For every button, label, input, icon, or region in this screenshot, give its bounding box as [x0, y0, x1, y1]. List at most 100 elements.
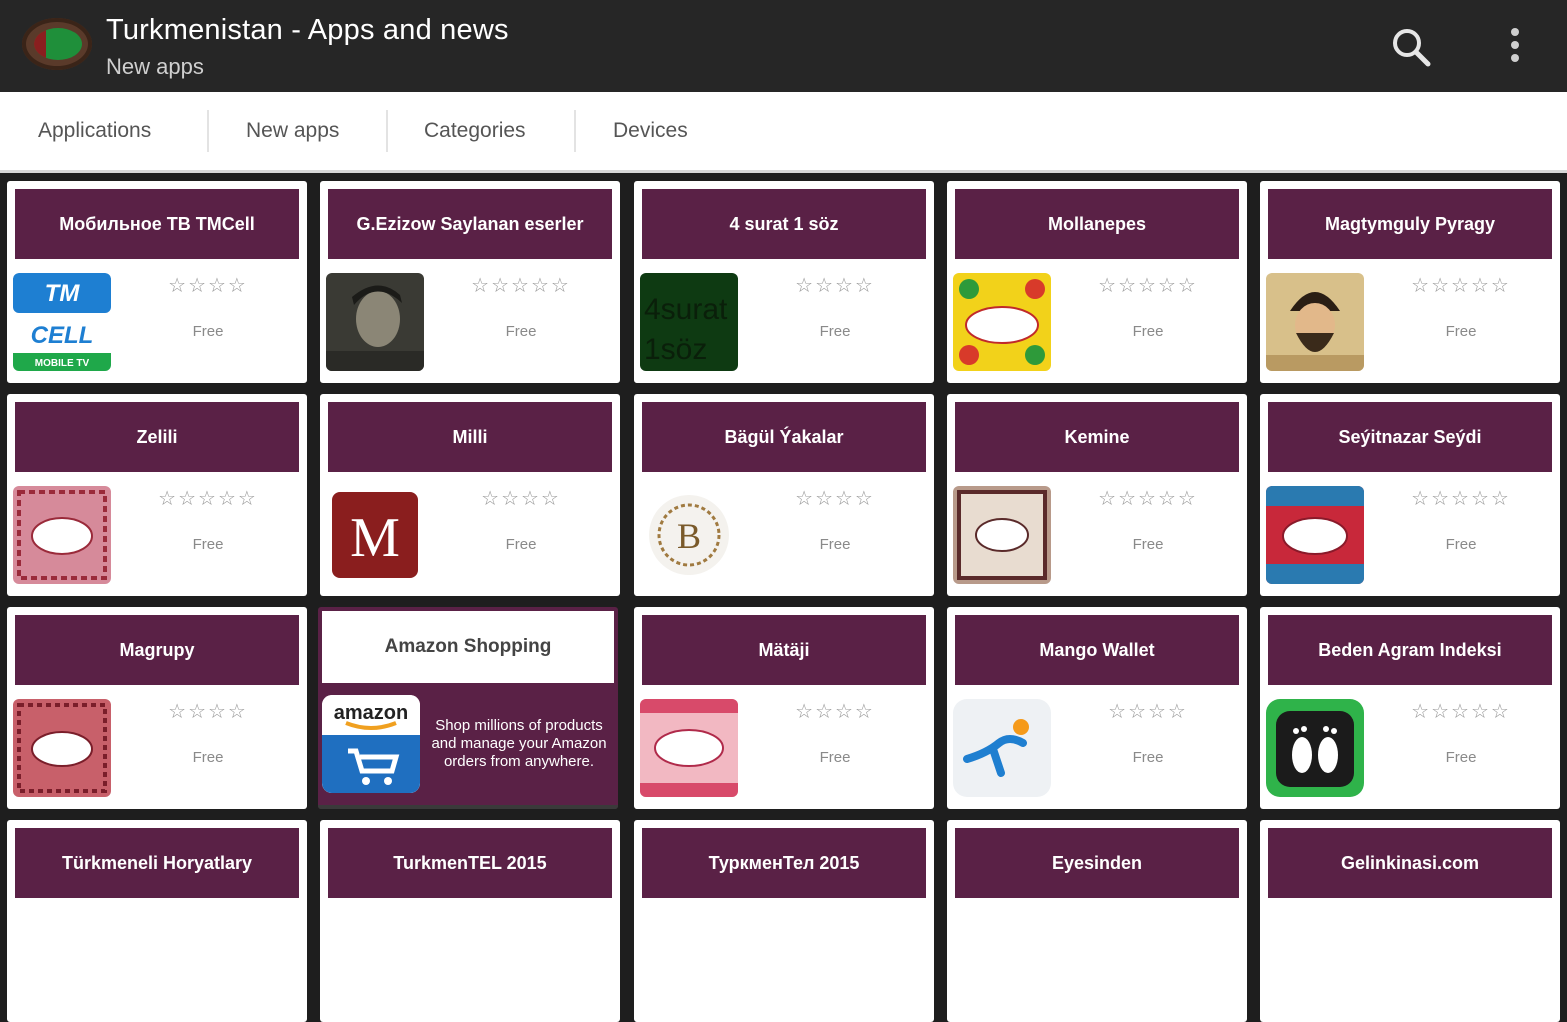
- app-title: Zelili: [15, 402, 299, 472]
- tab-new-apps[interactable]: New apps: [246, 92, 339, 170]
- app-title: Türkmeneli Horyatlary: [15, 828, 299, 898]
- price-label: Free: [192, 323, 224, 340]
- rating-stars: ☆☆☆☆: [795, 701, 875, 723]
- rating-stars: ☆☆☆☆☆: [1098, 275, 1198, 297]
- app-title: G.Ezizow Saylanan eserler: [328, 189, 612, 259]
- app-card[interactable]: TurkmenTEL 2015: [320, 820, 620, 1022]
- tab-divider: [574, 110, 576, 152]
- zelili-app-icon: [13, 486, 111, 584]
- rating-stars: ☆☆☆☆: [168, 275, 248, 297]
- app-card[interactable]: G.Ezizow Saylanan eserler ☆☆☆☆☆ Free: [320, 181, 620, 383]
- app-card[interactable]: 4 surat 1 söz 4surat 1söz ☆☆☆☆ Free: [634, 181, 934, 383]
- price-label: Free: [1132, 536, 1164, 553]
- amazon-app-icon: amazon: [322, 695, 420, 793]
- price-label: Free: [819, 536, 851, 553]
- mataji-app-icon: [640, 699, 738, 797]
- app-card[interactable]: Mollanepes ☆☆☆☆☆ Free: [947, 181, 1247, 383]
- rating-stars: ☆☆☆☆☆: [1411, 488, 1511, 510]
- app-logo-icon[interactable]: [22, 18, 92, 70]
- rating-stars: ☆☆☆☆: [168, 701, 248, 723]
- tab-divider: [207, 110, 209, 152]
- tab-categories[interactable]: Categories: [424, 92, 526, 170]
- four-surat-line2: 1söz: [644, 333, 707, 366]
- sponsored-app-card[interactable]: Amazon Shopping amazon Shop millions of …: [318, 607, 618, 809]
- app-card[interactable]: Мобильное ТВ TMCell TM CELL MOBILE TV ☆☆…: [7, 181, 307, 383]
- rating-stars: ☆☆☆☆☆: [471, 275, 571, 297]
- price-label: Free: [192, 536, 224, 553]
- price-label: Free: [1132, 323, 1164, 340]
- app-card[interactable]: Milli M ☆☆☆☆ Free: [320, 394, 620, 596]
- milli-letter: M: [350, 507, 400, 569]
- portrait-app-icon: [326, 273, 424, 371]
- four-surat-line1: 4surat: [644, 293, 728, 326]
- price-label: Free: [819, 323, 851, 340]
- mango-wallet-app-icon: [953, 699, 1051, 797]
- app-card[interactable]: Gelinkinasi.com: [1260, 820, 1560, 1022]
- app-title: Eyesinden: [955, 828, 1239, 898]
- app-card[interactable]: Magrupy ☆☆☆☆ Free: [7, 607, 307, 809]
- app-subtitle: New apps: [106, 54, 204, 79]
- rating-stars: ☆☆☆☆: [795, 275, 875, 297]
- rating-stars: ☆☆☆☆☆: [158, 488, 258, 510]
- tmcell-bottom-text: CELL: [31, 322, 94, 349]
- app-title: Мобильное ТВ TMCell: [15, 189, 299, 259]
- price-label: Free: [192, 749, 224, 766]
- app-title: Mango Wallet: [955, 615, 1239, 685]
- app-title: 4 surat 1 söz: [642, 189, 926, 259]
- tab-devices[interactable]: Devices: [613, 92, 688, 170]
- price-label: Free: [1445, 749, 1477, 766]
- bagul-app-icon: B: [640, 486, 738, 584]
- app-title: TurkmenTEL 2015: [328, 828, 612, 898]
- app-grid: Мобильное ТВ TMCell TM CELL MOBILE TV ☆☆…: [0, 173, 1567, 1022]
- amazon-logo-text: amazon: [334, 702, 408, 724]
- app-title: Beden Agram Indeksi: [1268, 615, 1552, 685]
- tab-bar: Applications New apps Categories Devices: [0, 92, 1567, 173]
- app-title: Gelinkinasi.com: [1268, 828, 1552, 898]
- tab-divider: [386, 110, 388, 152]
- app-card[interactable]: ТуркменТел 2015: [634, 820, 934, 1022]
- price-label: Free: [1445, 536, 1477, 553]
- app-title: Amazon Shopping: [322, 611, 614, 683]
- rating-stars: ☆☆☆☆: [481, 488, 561, 510]
- app-card[interactable]: Bägül Ýakalar B ☆☆☆☆ Free: [634, 394, 934, 596]
- kemine-app-icon: [953, 486, 1051, 584]
- app-card[interactable]: Beden Agram Indeksi ☆☆☆☆☆ Free: [1260, 607, 1560, 809]
- price-label: Free: [1132, 749, 1164, 766]
- tab-applications[interactable]: Applications: [38, 92, 151, 170]
- tmcell-small-text: MOBILE TV: [35, 358, 90, 369]
- tmcell-app-icon: TM CELL MOBILE TV: [13, 273, 111, 371]
- app-title: Bägül Ýakalar: [642, 402, 926, 472]
- app-title: Magtymguly Pyragy: [1268, 189, 1552, 259]
- app-card[interactable]: Türkmeneli Horyatlary: [7, 820, 307, 1022]
- search-icon[interactable]: [1388, 24, 1434, 70]
- app-bar: Turkmenistan - Apps and news New apps: [0, 0, 1567, 92]
- app-card[interactable]: Magtymguly Pyragy ☆☆☆☆☆ Free: [1260, 181, 1560, 383]
- rating-stars: ☆☆☆☆: [1108, 701, 1188, 723]
- price-label: Free: [1445, 323, 1477, 340]
- app-card[interactable]: Mango Wallet ☆☆☆☆ Free: [947, 607, 1247, 809]
- app-title: Milli: [328, 402, 612, 472]
- app-card[interactable]: Mätäji ☆☆☆☆ Free: [634, 607, 934, 809]
- app-title: Mätäji: [642, 615, 926, 685]
- app-card[interactable]: Eyesinden: [947, 820, 1247, 1022]
- app-card[interactable]: Kemine ☆☆☆☆☆ Free: [947, 394, 1247, 596]
- milli-app-icon: M: [326, 486, 424, 584]
- app-card[interactable]: Zelili ☆☆☆☆☆ Free: [7, 394, 307, 596]
- footprints-app-icon: [1266, 699, 1364, 797]
- bagul-letter: B: [677, 516, 701, 556]
- rating-stars: ☆☆☆☆☆: [1411, 701, 1511, 723]
- app-title: Turkmenistan - Apps and news: [106, 14, 509, 46]
- rating-stars: ☆☆☆☆: [795, 488, 875, 510]
- seydi-app-icon: [1266, 486, 1364, 584]
- mollanepes-app-icon: [953, 273, 1051, 371]
- app-title: Mollanepes: [955, 189, 1239, 259]
- app-title: Magrupy: [15, 615, 299, 685]
- overflow-menu-icon[interactable]: [1500, 24, 1530, 70]
- app-card[interactable]: Seýitnazar Seýdi ☆☆☆☆☆ Free: [1260, 394, 1560, 596]
- tmcell-top-text: TM: [45, 280, 81, 307]
- sponsored-description: Shop millions of products and manage you…: [431, 717, 607, 770]
- app-title: Kemine: [955, 402, 1239, 472]
- app-title: ТуркменТел 2015: [642, 828, 926, 898]
- rating-stars: ☆☆☆☆☆: [1411, 275, 1511, 297]
- rating-stars: ☆☆☆☆☆: [1098, 488, 1198, 510]
